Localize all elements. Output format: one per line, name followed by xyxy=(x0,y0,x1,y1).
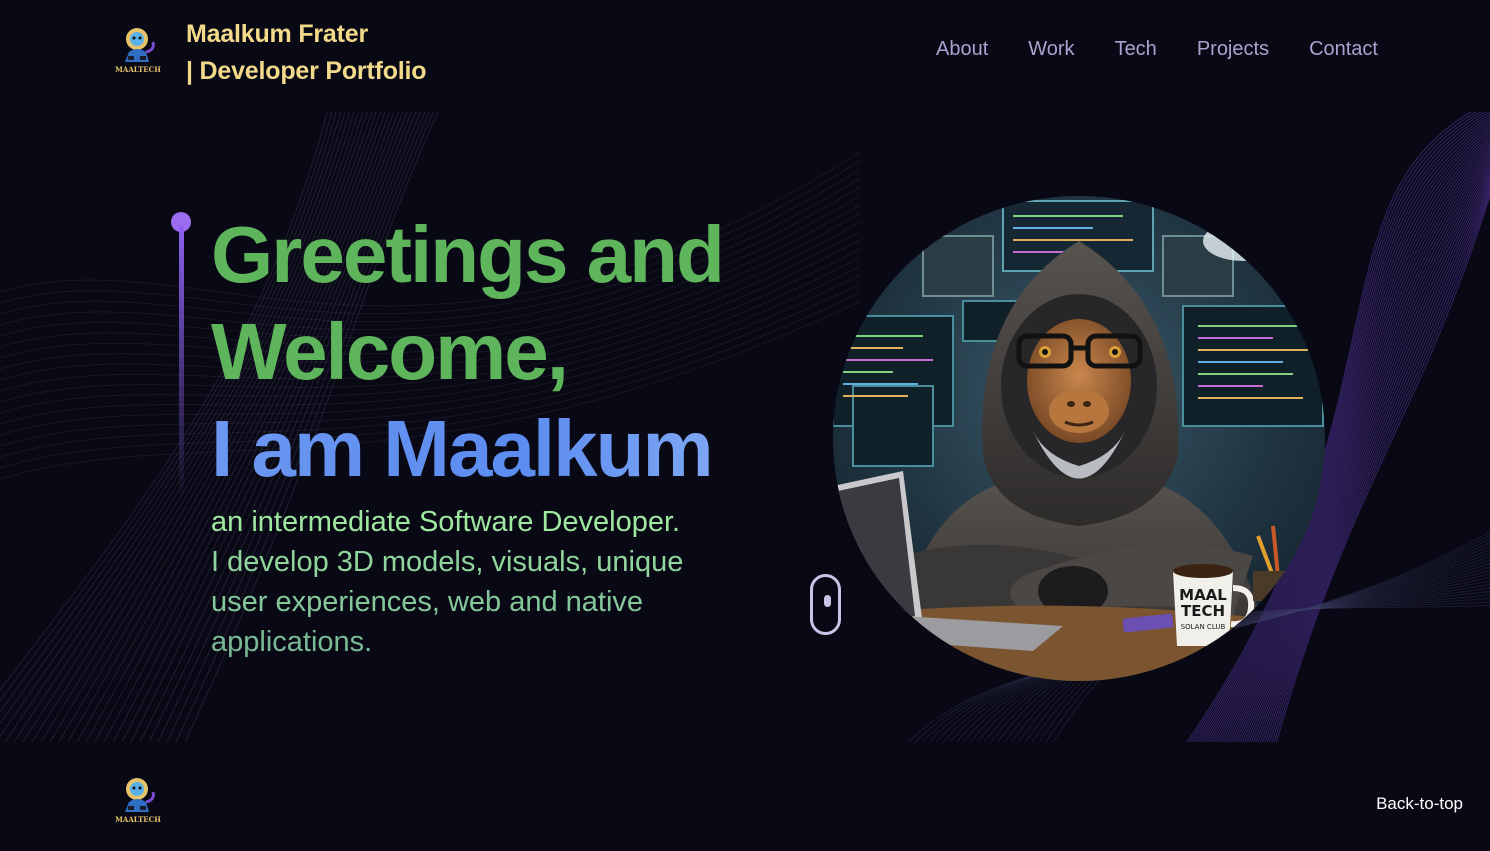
mug-text-3: SOLAN CLUB xyxy=(1181,623,1226,631)
hero-headline: Greetings and Welcome, I am Maalkum xyxy=(211,206,725,497)
footer-logo-text: MAALTECH xyxy=(115,815,161,824)
site-header: MAALTECH Maalkum Frater | Developer Port… xyxy=(0,0,1490,110)
mug-text-2: TECH xyxy=(1181,602,1225,620)
page: MAALTECH Maalkum Frater | Developer Port… xyxy=(0,0,1490,851)
brand-name: Maalkum Frater xyxy=(186,20,368,48)
developer-portrait: MAAL TECH SOLAN CLUB xyxy=(833,196,1325,681)
headline-line-3: I am Maalkum xyxy=(211,400,723,497)
timeline-line xyxy=(179,226,184,500)
mouse-scroll-icon[interactable] xyxy=(810,574,841,635)
hero-subtitle: an intermediate Software Developer. I de… xyxy=(211,502,811,662)
footer-logo-icon[interactable]: MAALTECH xyxy=(113,772,163,826)
subtitle-line-1: an intermediate Software Developer. xyxy=(211,506,681,538)
brand-title[interactable]: Maalkum Frater | Developer Portfolio xyxy=(186,16,427,90)
subtitle-line-4: applications. xyxy=(211,626,373,658)
back-to-top-link[interactable]: Back-to-top xyxy=(1376,794,1463,814)
hooded-monkey-illustration: MAAL TECH SOLAN CLUB xyxy=(833,196,1325,681)
headline-line-2: Welcome, xyxy=(211,307,569,396)
logo-text: MAALTECH xyxy=(115,65,161,74)
brand-subtitle: | Developer Portfolio xyxy=(186,57,427,85)
nav-tech[interactable]: Tech xyxy=(1115,38,1157,61)
nav-about[interactable]: About xyxy=(936,38,988,61)
mouse-wheel xyxy=(824,595,831,607)
headline-line-1: Greetings and xyxy=(211,210,725,299)
nav-projects[interactable]: Projects xyxy=(1197,38,1269,61)
subtitle-line-2: I develop 3D models, visuals, unique xyxy=(211,546,684,578)
main-nav: About Work Tech Projects Contact xyxy=(936,38,1378,61)
nav-work[interactable]: Work xyxy=(1028,38,1074,61)
site-logo-icon[interactable]: MAALTECH xyxy=(113,22,163,76)
nav-contact[interactable]: Contact xyxy=(1309,38,1378,61)
subtitle-line-3: user experiences, web and native xyxy=(211,586,644,618)
